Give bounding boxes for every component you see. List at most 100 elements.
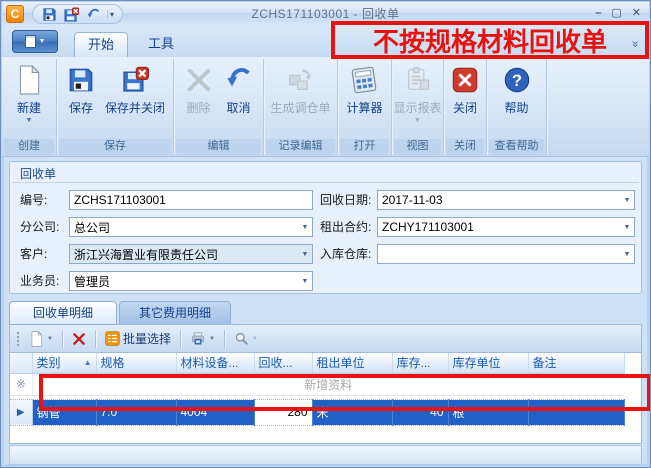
chevron-down-icon: ▼: [252, 336, 258, 342]
new-button[interactable]: 新建 ▼: [9, 62, 49, 126]
chevron-down-icon: ▼: [620, 224, 634, 231]
field-label-inbound-warehouse: 入库仓库:: [320, 244, 378, 264]
svg-text:?: ?: [512, 72, 522, 90]
field-label-number: 编号:: [20, 190, 70, 210]
customer-dropdown[interactable]: 浙江兴海置业有限责任公司 ▼: [69, 244, 313, 264]
chevron-down-icon: ▼: [620, 197, 634, 204]
group-label-edit: 编辑: [176, 139, 261, 155]
cell-rent-unit[interactable]: 米: [312, 399, 392, 425]
save-icon: [65, 64, 97, 96]
app-menu-button[interactable]: ▼: [12, 30, 58, 53]
add-row-button[interactable]: ▼: [26, 329, 56, 349]
ribbon-group-record-edit: 生成调仓单 记录编辑: [264, 59, 338, 155]
batch-select-button[interactable]: 批量选择: [102, 328, 174, 349]
detail-grid: 类别▲ 规格 材料设备... 回收... 租出单位 库存... 库存单位 备注 …: [9, 353, 642, 444]
tab-start[interactable]: 开始: [74, 32, 128, 57]
cell-spec[interactable]: 7.0: [96, 399, 176, 425]
cell-material[interactable]: 4004: [176, 399, 254, 425]
delete-x-icon: [183, 64, 215, 96]
group-label-open: 打开: [340, 139, 389, 155]
export-print-button[interactable]: ▼: [187, 329, 218, 348]
cancel-button[interactable]: 取消: [219, 62, 259, 118]
group-label-record-edit: 记录编辑: [266, 139, 335, 155]
recycle-form-groupbox: 回收单 编号: 回收日期: 2017-11-03 ▼ 分公司: 总公司 ▼ 租出…: [9, 161, 642, 294]
generate-transfer-button: 生成调仓单: [266, 62, 334, 118]
help-button[interactable]: ? 帮助: [497, 62, 537, 118]
grid-header-row: 类别▲ 规格 材料设备... 回收... 租出单位 库存... 库存单位 备注: [10, 353, 624, 373]
branch-dropdown[interactable]: 总公司 ▼: [69, 217, 313, 237]
ribbon-group-create: 新建 ▼ 创建: [2, 59, 57, 155]
report-clipboard-icon: [402, 64, 434, 96]
calculator-button[interactable]: 计算器: [342, 62, 386, 118]
transfer-boxes-icon: [284, 64, 316, 96]
chevron-down-icon: ▼: [39, 38, 46, 45]
window-controls: – ▢ ✕: [595, 5, 641, 21]
column-header-spec[interactable]: 规格: [96, 353, 176, 373]
recycle-date-dropdown[interactable]: 2017-11-03 ▼: [377, 190, 635, 210]
ribbon-group-view: 显示报表 ▼ 视图: [392, 59, 444, 155]
group-label-view: 视图: [394, 139, 441, 155]
column-header-remark[interactable]: 备注: [528, 353, 624, 373]
cell-category[interactable]: 钢管: [32, 399, 96, 425]
sort-ascending-icon: ▲: [84, 358, 92, 367]
chevron-down-icon: ▼: [414, 117, 421, 124]
chevron-down-icon: ▼: [47, 336, 53, 342]
ribbon-group-open: 计算器 打开: [338, 59, 392, 155]
search-preview-button[interactable]: ▼: [231, 329, 261, 348]
save-button[interactable]: 保存: [61, 62, 101, 118]
new-data-row[interactable]: ※ 新增资料: [10, 373, 624, 395]
show-report-button: 显示报表 ▼: [390, 62, 446, 126]
save-and-close-button[interactable]: 保存并关闭: [101, 62, 169, 118]
current-row-marker-icon: ▶: [10, 399, 32, 425]
cell-recycle-qty-editor[interactable]: 280: [254, 399, 312, 425]
ribbon-group-help: ? 帮助 查看帮助: [487, 59, 547, 155]
inbound-warehouse-dropdown[interactable]: ▼: [377, 244, 635, 264]
annotation-box: 不按规格材料回收单: [331, 21, 649, 59]
cell-stock-unit[interactable]: 根: [448, 399, 528, 425]
group-label-close: 关闭: [446, 139, 484, 155]
app-menu-icon: [25, 35, 36, 48]
number-input[interactable]: [69, 190, 313, 210]
minimize-button[interactable]: –: [595, 5, 601, 21]
close-button[interactable]: ✕: [632, 5, 641, 21]
calculator-icon: [348, 64, 380, 96]
column-header-material[interactable]: 材料设备...: [176, 353, 254, 373]
close-form-button[interactable]: 关闭: [445, 62, 485, 118]
table-row[interactable]: ▶ 钢管 7.0 4004 280 米 40 根: [10, 399, 624, 425]
salesperson-dropdown[interactable]: 管理员 ▼: [69, 271, 313, 291]
chevron-down-icon: ▼: [298, 224, 312, 231]
column-header-rent-unit[interactable]: 租出单位: [312, 353, 392, 373]
field-label-lease-contract: 租出合约:: [320, 217, 378, 237]
ribbon-group-close: 关闭 关闭: [444, 59, 487, 155]
help-icon: ?: [501, 64, 533, 96]
form-client-area: 回收单 编号: 回收日期: 2017-11-03 ▼ 分公司: 总公司 ▼ 租出…: [5, 158, 646, 463]
undo-icon: [223, 64, 255, 96]
chevron-down-icon: ▼: [26, 117, 33, 124]
field-label-branch: 分公司:: [20, 217, 70, 237]
window-title: ZCHS171103001 - 回收单: [2, 5, 649, 22]
new-row-hint: 新增资料: [32, 373, 624, 395]
column-header-recycle-qty[interactable]: 回收...: [254, 353, 312, 373]
groupbox-title: 回收单: [20, 165, 56, 182]
chevron-down-icon: ▼: [209, 336, 215, 342]
ribbon-group-save: 保存 保存并关闭 保存: [57, 59, 174, 155]
column-header-category[interactable]: 类别▲: [32, 353, 96, 373]
tab-recycle-detail[interactable]: 回收单明细: [9, 301, 117, 325]
cell-remark[interactable]: [528, 399, 624, 425]
cell-stock-qty[interactable]: 40: [392, 399, 448, 425]
ribbon-group-edit: 删除 取消 编辑: [174, 59, 264, 155]
tab-other-fees-detail[interactable]: 其它费用明细: [119, 301, 231, 325]
grid-toolbar: ▼ 批量选择 ▼ ▼: [9, 324, 642, 353]
delete-row-button[interactable]: [69, 330, 89, 348]
new-document-icon: [13, 64, 45, 96]
lease-contract-dropdown[interactable]: ZCHY171103001 ▼: [377, 217, 635, 237]
maximize-button[interactable]: ▢: [611, 5, 621, 21]
field-label-customer: 客户:: [20, 244, 70, 264]
tab-tools[interactable]: 工具: [135, 32, 187, 57]
delete-button: 删除: [179, 62, 219, 118]
annotation-text: 不按规格材料回收单: [373, 22, 607, 59]
row-indicator-header: [10, 353, 32, 373]
column-header-stock-unit[interactable]: 库存单位: [448, 353, 528, 373]
column-header-stock-qty[interactable]: 库存...: [392, 353, 448, 373]
append-row-marker: ※: [10, 373, 32, 395]
